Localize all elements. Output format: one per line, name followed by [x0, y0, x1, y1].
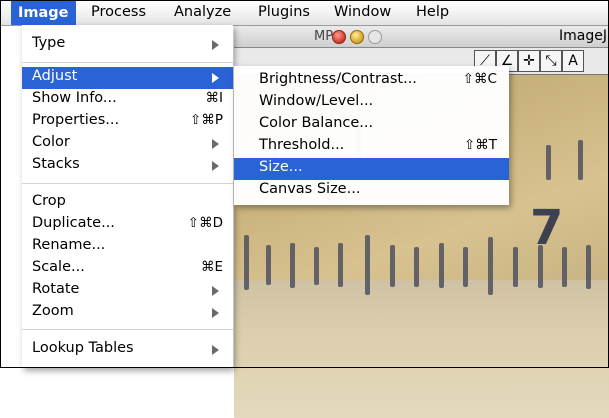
screenshot-border	[0, 0, 609, 368]
